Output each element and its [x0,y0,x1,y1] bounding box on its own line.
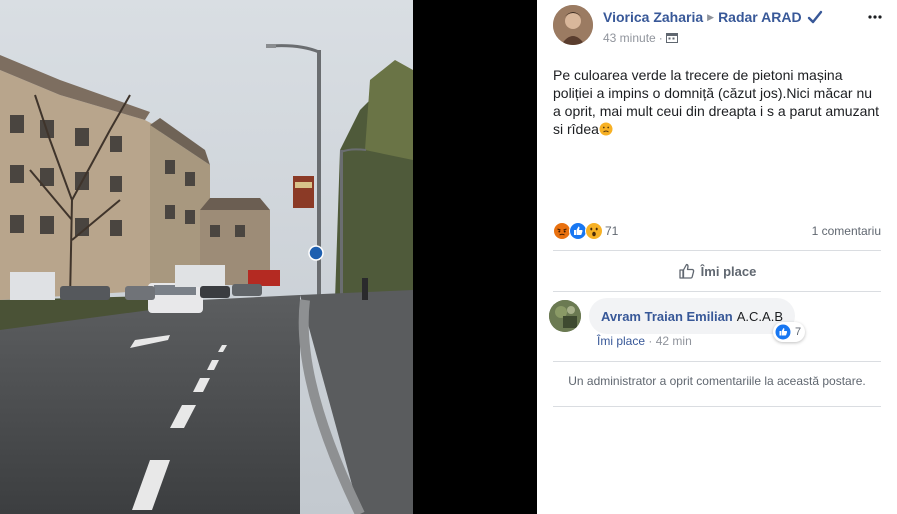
author-avatar[interactable] [553,5,593,45]
post-header: Viorica Zaharia ▶ Radar ARAD 43 minute · [553,5,885,47]
post-photo[interactable] [0,0,413,514]
post-text: Pe culoarea verde la trecere de pietoni … [553,66,883,138]
author-name[interactable]: Viorica Zaharia [603,9,703,25]
reaction-count[interactable]: 71 [605,224,618,238]
commenter-name[interactable]: Avram Traian Emilian [601,309,733,324]
post-sidebar: Viorica Zaharia ▶ Radar ARAD 43 minute · Pe… [537,0,897,514]
divider [553,250,881,251]
more-options-icon[interactable] [867,9,883,25]
comment-reaction-count: 7 [795,326,802,338]
post-meta: 43 minute · [603,31,678,45]
thumbs-up-icon [679,263,694,279]
divider [553,361,881,362]
comments-disabled-notice: Un administrator a oprit comentariile la… [568,374,866,388]
comment-reactions[interactable]: 7 [773,322,806,342]
comment-actions: Îmi place · 42 min [597,334,692,348]
photo-viewer: Viorica Zaharia ▶ Radar ARAD 43 minute · Pe… [0,0,897,514]
verified-badge-icon [808,10,823,24]
like-reaction-icon [775,324,791,340]
divider [553,406,881,407]
comment-item: Avram Traian Emilian A.C.A.B 7 Îmi place… [549,298,885,350]
meta-separator: · [658,31,663,45]
comment-bubble: Avram Traian Emilian A.C.A.B [589,298,795,334]
group-name[interactable]: Radar ARAD [718,9,802,25]
play-arrow-icon: ▶ [707,12,715,22]
calendar-icon [665,33,678,43]
commenter-avatar[interactable] [549,300,581,332]
comment-text: A.C.A.B [736,308,783,324]
wow-reaction-icon [585,222,603,240]
comment-like-link[interactable]: Îmi place [597,334,645,348]
like-button-label: Îmi place [700,263,757,279]
comment-time[interactable]: 42 min [656,334,692,348]
comment-count[interactable]: 1 comentariu [812,224,881,238]
post-time[interactable]: 43 minute [603,31,656,45]
reactions-summary: 71 1 comentariu [553,222,881,244]
worried-face-emoji-icon [599,122,613,136]
divider [553,291,881,292]
photo-pane [0,0,537,514]
like-button[interactable]: Îmi place [553,255,881,287]
comment-action-separator: · [648,334,653,348]
post-author-line: Viorica Zaharia ▶ Radar ARAD [603,9,823,25]
